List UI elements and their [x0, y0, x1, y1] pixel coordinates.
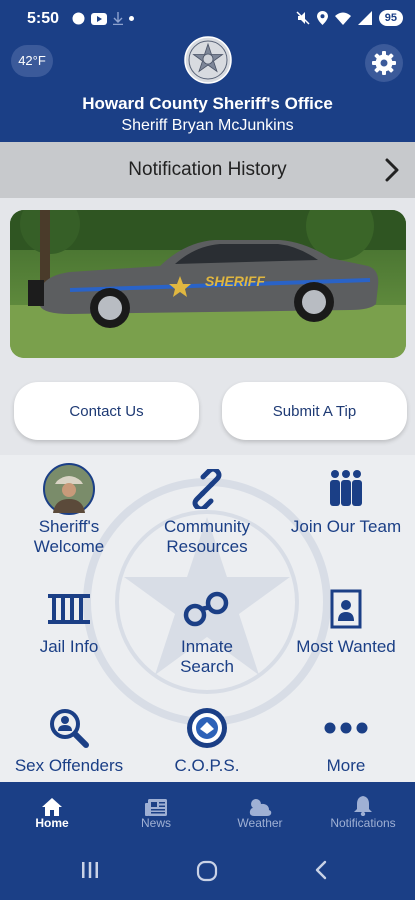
cops-seal-icon	[187, 708, 227, 748]
tile-label: Join Our Team	[290, 517, 402, 536]
temperature-chip[interactable]: 42°F	[11, 45, 53, 77]
app-header: 42°F Howard County Sheriff's Office Sher…	[0, 36, 415, 142]
weather-icon	[249, 799, 272, 816]
tile-label: Community	[164, 517, 250, 536]
sheriff-car-photo: SHERIFF	[10, 210, 406, 358]
chevron-right-icon	[385, 158, 399, 182]
tile-cops[interactable]: C.O.P.S.	[138, 700, 276, 776]
tile-more[interactable]: More	[277, 700, 415, 776]
submit-tip-button[interactable]: Submit A Tip	[222, 382, 407, 440]
nav-news[interactable]: News	[104, 782, 208, 842]
download-icon	[113, 12, 123, 25]
nav-label: Home	[35, 816, 69, 830]
contact-us-button[interactable]: Contact Us	[14, 382, 199, 440]
tile-label: Resources	[166, 537, 248, 556]
small-dot-icon	[129, 16, 134, 21]
location-icon	[316, 11, 328, 25]
mute-icon	[296, 11, 310, 25]
tile-join-our-team[interactable]: Join Our Team	[277, 461, 415, 537]
tile-inmate-search[interactable]: Inmate Search	[138, 581, 276, 677]
youtube-icon	[91, 12, 107, 25]
tile-label: Welcome	[33, 537, 105, 556]
feature-grid: Sheriff's Welcome Community Resources Jo…	[0, 455, 415, 782]
status-system-icons: 95	[296, 10, 403, 26]
bottom-navigation: Home News Weather Notifications	[0, 782, 415, 842]
agency-title: Howard County Sheriff's Office	[82, 94, 333, 113]
tile-label: More	[326, 756, 366, 775]
home-circle-icon[interactable]	[196, 860, 218, 882]
home-icon	[42, 798, 62, 816]
nav-label: Notifications	[330, 816, 396, 830]
nav-home[interactable]: Home	[0, 782, 104, 842]
nav-label: News	[140, 816, 171, 830]
nav-label: Weather	[237, 816, 283, 830]
sheriff-portrait-icon	[43, 463, 95, 515]
more-dots-icon	[324, 722, 368, 734]
tile-label: Jail Info	[39, 637, 99, 656]
wifi-icon	[334, 12, 351, 25]
sheriff-car-illustration: SHERIFF	[10, 210, 406, 358]
notification-dot-icon	[72, 12, 85, 25]
nav-notifications[interactable]: Notifications	[311, 782, 415, 842]
gear-icon	[372, 51, 396, 75]
battery-indicator: 95	[378, 10, 403, 26]
tile-label: Inmate	[181, 637, 233, 656]
newspaper-icon	[145, 799, 167, 816]
tile-jail-info[interactable]: Jail Info	[0, 581, 138, 657]
sheriff-badge-logo	[184, 36, 232, 84]
notification-history-label: Notification History	[128, 159, 287, 180]
tile-sex-offenders[interactable]: Sex Offenders	[0, 700, 138, 776]
handcuffs-icon	[183, 591, 229, 627]
svg-text:SHERIFF: SHERIFF	[205, 273, 265, 289]
tile-label: C.O.P.S.	[174, 756, 240, 775]
wanted-poster-icon	[330, 589, 362, 629]
tile-sheriffs-welcome[interactable]: Sheriff's Welcome	[0, 461, 138, 557]
tile-community-resources[interactable]: Community Resources	[138, 461, 276, 557]
link-icon	[192, 469, 222, 509]
status-notification-icons	[72, 12, 134, 25]
settings-button[interactable]	[365, 44, 403, 82]
sheriff-subtitle: Sheriff Bryan McJunkins	[121, 117, 294, 134]
bell-icon	[354, 796, 372, 816]
back-icon[interactable]	[314, 860, 328, 880]
status-bar: 5:50 95	[0, 0, 415, 38]
tile-label: Sex Offenders	[14, 756, 124, 775]
system-navigation-bar	[0, 842, 415, 900]
notification-history-bar[interactable]: Notification History	[0, 142, 415, 198]
signal-icon	[357, 11, 372, 25]
tile-most-wanted[interactable]: Most Wanted	[277, 581, 415, 657]
jail-bars-icon	[48, 594, 90, 624]
group-icon	[330, 470, 362, 506]
nav-weather[interactable]: Weather	[208, 782, 312, 842]
tile-label: Search	[180, 657, 234, 676]
magnify-person-icon	[50, 709, 89, 748]
recent-apps-icon[interactable]	[80, 860, 100, 880]
tile-label: Sheriff's	[38, 517, 100, 536]
status-time: 5:50	[27, 10, 60, 27]
tile-label: Most Wanted	[296, 637, 396, 656]
